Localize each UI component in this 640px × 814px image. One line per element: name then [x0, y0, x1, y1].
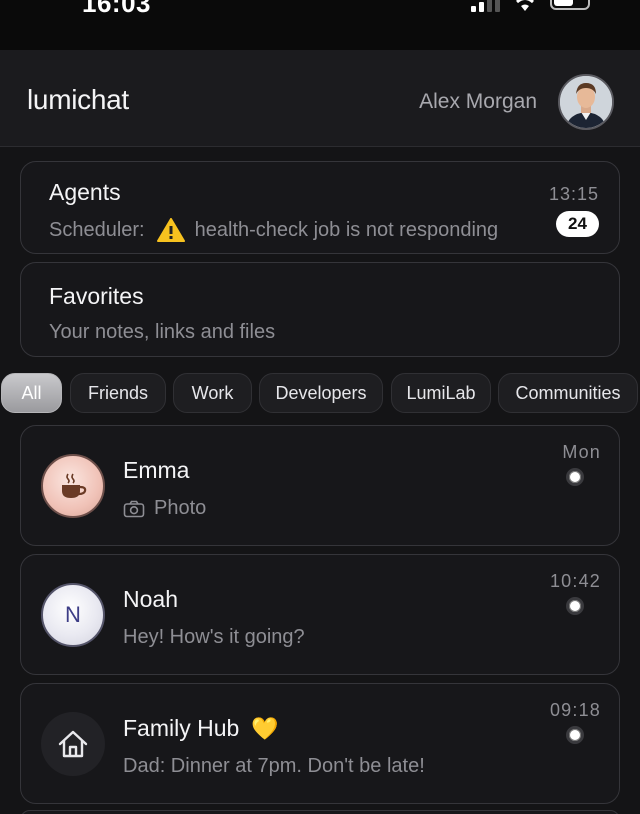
battery-icon — [550, 0, 590, 10]
chat-item-emma[interactable]: Emma Photo Mon — [20, 425, 620, 546]
chat-name: Family Hub 💛 — [123, 715, 279, 742]
yellow-heart-icon: 💛 — [251, 715, 279, 741]
user-avatar[interactable] — [558, 74, 614, 130]
filter-chip-communities[interactable]: Communities — [498, 373, 638, 413]
favorites-card[interactable]: Favorites Your notes, links and files — [20, 262, 620, 357]
agents-time: 13:15 — [548, 184, 599, 204]
user-name[interactable]: Alex Morgan — [419, 90, 537, 114]
status-icons — [471, 0, 590, 14]
chat-avatar — [41, 454, 105, 518]
agents-card[interactable]: Agents Scheduler: health-check job is no… — [20, 161, 620, 254]
chat-avatar — [41, 712, 105, 776]
next-chat-item-peek[interactable] — [20, 810, 620, 814]
status-bar: 16:03 — [0, 0, 640, 50]
user-avatar-image — [560, 76, 612, 128]
read-status-dot — [566, 468, 584, 486]
agents-title: Agents — [49, 179, 121, 205]
warning-icon — [156, 218, 185, 242]
unread-badge: 24 — [556, 211, 599, 237]
chat-item-family-hub[interactable]: Family Hub 💛 Dad: Dinner at 7pm. Don't b… — [20, 683, 620, 804]
filter-bar: All Friends Work Developers LumiLab Comm… — [0, 373, 640, 413]
chat-preview-text: Photo — [154, 497, 207, 519]
filter-chip-developers[interactable]: Developers — [259, 373, 383, 413]
signal-icon — [471, 0, 500, 12]
chat-time: Mon — [562, 442, 601, 462]
agents-message: health-check job is not responding — [194, 218, 499, 241]
chat-time: 09:18 — [549, 700, 601, 720]
chat-preview: Photo — [123, 497, 206, 520]
filter-chip-all[interactable]: All — [1, 373, 62, 413]
filter-chip-friends[interactable]: Friends — [70, 373, 166, 413]
filter-chip-lumilab[interactable]: LumiLab — [391, 373, 491, 413]
filter-chip-work[interactable]: Work — [173, 373, 252, 413]
chat-preview-text: Hey! How's it going? — [123, 626, 305, 648]
app-header: lumichat Alex Morgan — [0, 50, 640, 147]
read-status-dot — [566, 726, 584, 744]
coffee-cup-icon — [62, 473, 87, 498]
chat-name: Noah — [123, 586, 178, 612]
chat-time: 10:42 — [549, 571, 601, 591]
chat-preview-text: Dad: Dinner at 7pm. Don't be late! — [123, 755, 425, 777]
chat-name-text: Family Hub — [123, 715, 240, 741]
house-icon — [58, 730, 88, 758]
agents-sender: Scheduler: — [49, 218, 145, 241]
agents-last-message: Scheduler: health-check job is not respo… — [49, 218, 498, 242]
wifi-icon — [516, 0, 534, 11]
favorites-subtitle: Your notes, links and files — [49, 321, 276, 343]
chat-avatar-initial: N — [41, 583, 105, 647]
read-status-dot — [566, 597, 584, 615]
chat-name: Emma — [123, 457, 190, 483]
status-time: 16:03 — [82, 0, 151, 18]
camera-icon — [123, 500, 145, 517]
app-title: lumichat — [27, 84, 129, 115]
chat-item-noah[interactable]: N Noah Hey! How's it going? 10:42 — [20, 554, 620, 675]
favorites-title: Favorites — [49, 283, 144, 309]
